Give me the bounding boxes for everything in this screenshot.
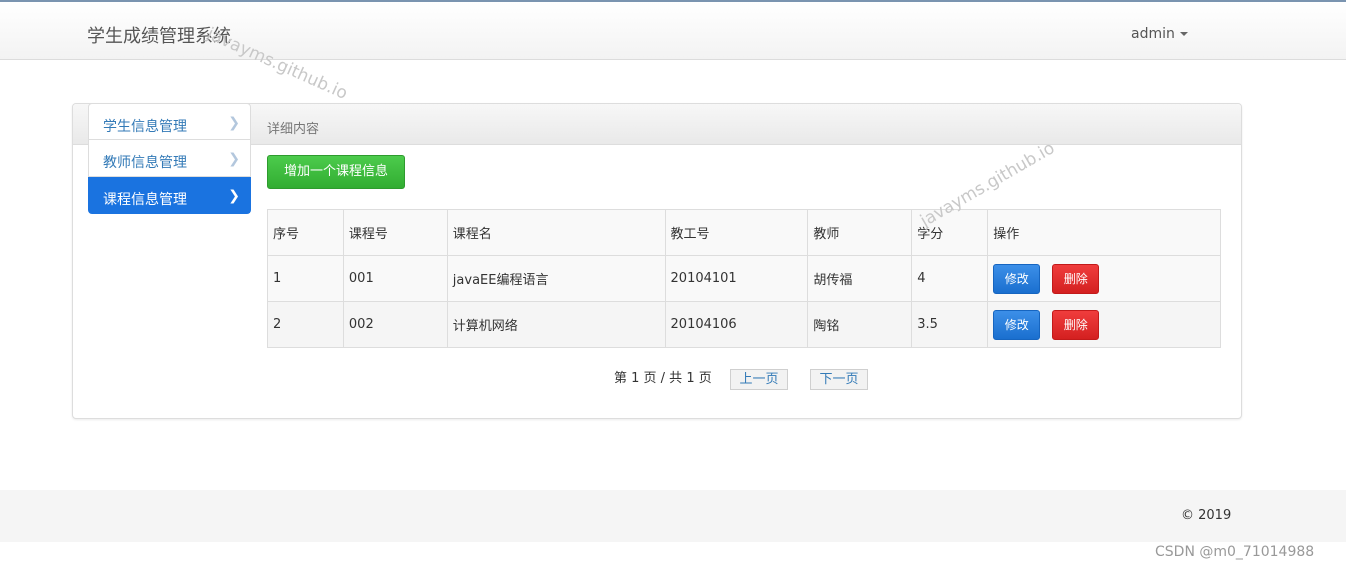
next-page-button[interactable]: 下一页 [810,369,868,390]
cell-course-name: 计算机网络 [446,301,666,348]
sidebar-item-students[interactable]: 学生信息管理 ❯ [88,103,251,140]
cell-index: 2 [267,301,344,348]
column-header-index: 序号 [267,209,344,256]
cell-credit: 4 [911,255,989,302]
cell-teacher: 胡传福 [807,255,913,302]
edit-button[interactable]: 修改 [993,263,1041,294]
user-name: admin [1131,26,1175,42]
table-row: 2 002 计算机网络 20104106 陶铭 3.5 修改 删除 [267,301,1221,348]
cell-actions: 修改 删除 [987,301,1221,348]
cell-index: 1 [267,255,344,302]
delete-button[interactable]: 删除 [1052,309,1100,340]
column-header-credit: 学分 [911,209,989,256]
user-menu[interactable]: admin [1131,26,1188,42]
cell-course-no: 002 [342,301,448,348]
sidebar-item-courses[interactable]: 课程信息管理 ❯ [88,177,251,214]
copyright: © 2019 [1181,508,1232,523]
source-watermark: CSDN @m0_71014988 [1155,544,1315,560]
column-header-teacher: 教师 [807,209,913,256]
edit-button[interactable]: 修改 [993,309,1041,340]
cell-teacher-no: 20104106 [664,301,809,348]
column-header-course-no: 课程号 [342,209,448,256]
cell-credit: 3.5 [911,301,989,348]
sidebar-item-label: 课程信息管理 [103,192,187,208]
pagination-info: 第 1 页 / 共 1 页 [614,371,712,386]
delete-button[interactable]: 删除 [1052,263,1100,294]
chevron-right-icon: ❯ [228,188,240,204]
prev-page-button[interactable]: 上一页 [730,369,788,390]
sidebar-item-teachers[interactable]: 教师信息管理 ❯ [88,140,251,177]
cell-course-name: javaEE编程语言 [446,255,666,302]
column-header-course-name: 课程名 [446,209,666,256]
panel-title: 详细内容 [267,122,320,137]
column-header-actions: 操作 [987,209,1221,256]
cell-teacher-no: 20104101 [664,255,809,302]
sidebar-item-label: 学生信息管理 [103,119,187,135]
chevron-right-icon: ❯ [228,151,240,167]
footer: © 2019 [0,490,1346,542]
cell-teacher: 陶铭 [807,301,913,348]
sidebar-item-label: 教师信息管理 [103,155,187,171]
table-header-row: 序号 课程号 课程名 教工号 教师 学分 操作 [267,209,1221,256]
chevron-right-icon: ❯ [228,115,240,131]
navbar: 学生成绩管理系统 admin [0,0,1346,60]
cell-course-no: 001 [342,255,448,302]
add-course-button[interactable]: 增加一个课程信息 [267,155,405,189]
sidebar: 学生信息管理 ❯ 教师信息管理 ❯ 课程信息管理 ❯ [88,103,251,214]
cell-actions: 修改 删除 [987,255,1221,302]
column-header-teacher-no: 教工号 [664,209,809,256]
caret-down-icon [1179,32,1188,36]
course-table: 序号 课程号 课程名 教工号 教师 学分 操作 1 001 javaEE编程语言… [267,209,1221,348]
app-title[interactable]: 学生成绩管理系统 [87,22,231,48]
table-row: 1 001 javaEE编程语言 20104101 胡传福 4 修改 删除 [267,255,1221,302]
